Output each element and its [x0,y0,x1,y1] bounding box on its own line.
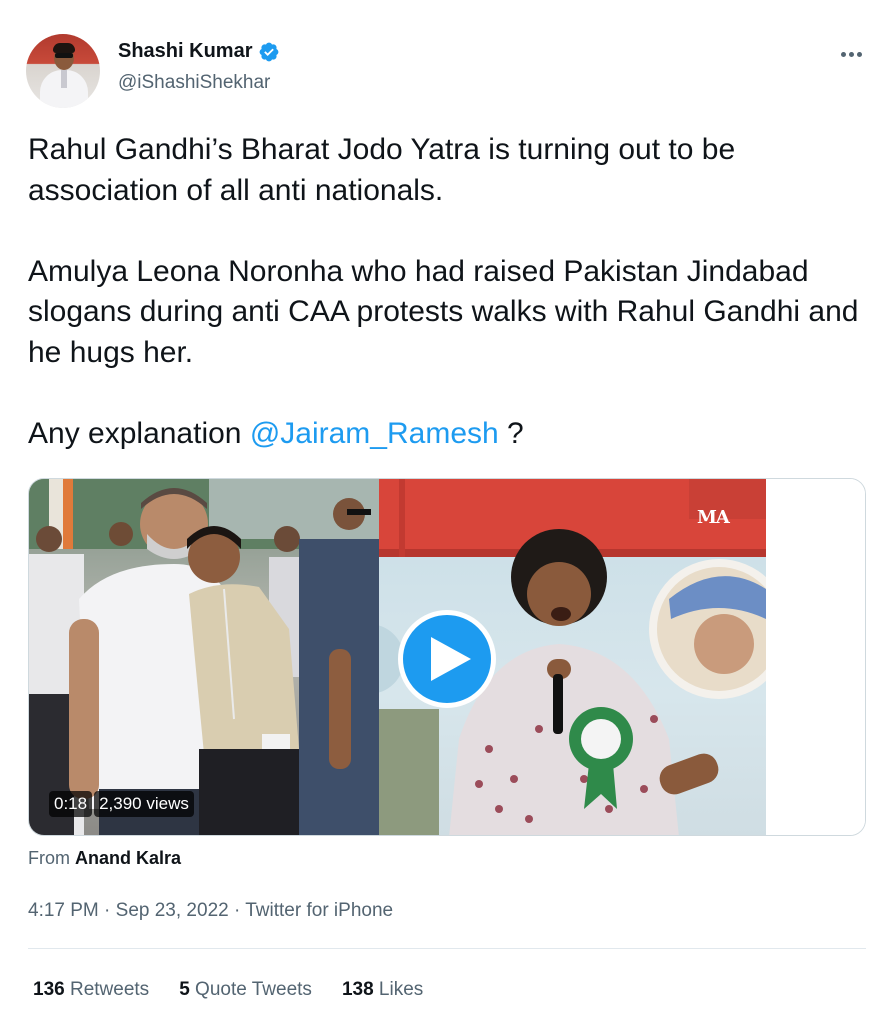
verified-badge-icon [260,42,279,61]
tweet-meta: 4:17 PM · Sep 23, 2022 · Twitter for iPh… [28,900,393,922]
video-watermark: MA [697,507,730,528]
more-dot [840,51,846,57]
avatar-figure-body [40,70,88,108]
avatar[interactable] [26,34,100,108]
play-button[interactable] [398,610,496,708]
video-frame-left [29,479,379,835]
media-attribution: From Anand Kalra [28,848,181,869]
likes-label: Likes [373,979,424,1000]
retweets-label: Retweets [64,979,150,1000]
avatar-figure-sunglasses [55,53,73,58]
tweet-paragraph: Rahul Gandhi’s Bharat Jodo Yatra is turn… [28,133,736,207]
video-views: 2,390 views [94,791,194,817]
tweet-card: Shashi Kumar @iShashiShekhar Rahul Gandh… [0,0,894,1024]
author-handle[interactable]: @iShashiShekhar [118,72,270,94]
meta-separator: · [98,900,116,921]
more-dot [848,51,854,57]
question-suffix: ? [498,416,524,450]
quote-tweets-count: 5 [179,979,190,1000]
quote-tweets-label: Quote Tweets [189,979,312,1000]
retweets-count: 136 [33,979,65,1000]
question-prefix: Any explanation [28,416,250,450]
play-icon [431,637,471,681]
tweet-stats: 136 Retweets 5 Quote Tweets 138 Likes [33,979,423,1001]
author-name-row: Shashi Kumar [118,40,280,63]
more-dot [856,51,862,57]
video-frame-blank-area [766,479,865,835]
avatar-figure-hair [53,43,75,53]
tweet-text: Rahul Gandhi’s Bharat Jodo Yatra is turn… [28,130,868,454]
tweet-date[interactable]: Sep 23, 2022 [116,900,229,921]
likes-count: 138 [341,979,374,1000]
attribution-prefix: From [28,848,75,868]
tweet-time[interactable]: 4:17 PM [28,900,99,921]
likes-stat[interactable]: 138 Likes [342,979,423,1001]
divider [28,948,866,949]
tweet-paragraph-question: Any explanation @Jairam_Ramesh ? [28,414,868,455]
author-display-name[interactable]: Shashi Kumar [118,40,252,63]
retweets-stat[interactable]: 136 Retweets [33,979,149,1001]
meta-separator: · [228,900,246,921]
mention-link[interactable]: @Jairam_Ramesh [250,417,499,450]
video-duration: 0:18 [49,791,93,817]
video-player[interactable]: MA 0:18 2,390 views [28,478,866,836]
quote-tweets-stat[interactable]: 5 Quote Tweets [179,979,312,1001]
tweet-paragraph: Amulya Leona Noronha who had raised Paki… [28,254,859,369]
more-options-icon[interactable] [836,42,866,66]
attribution-source-link[interactable]: Anand Kalra [75,848,181,868]
tweet-client[interactable]: Twitter for iPhone [245,900,393,921]
video-meta: 0:18 2,390 views [49,791,194,817]
video-frame-left-art [29,479,379,835]
